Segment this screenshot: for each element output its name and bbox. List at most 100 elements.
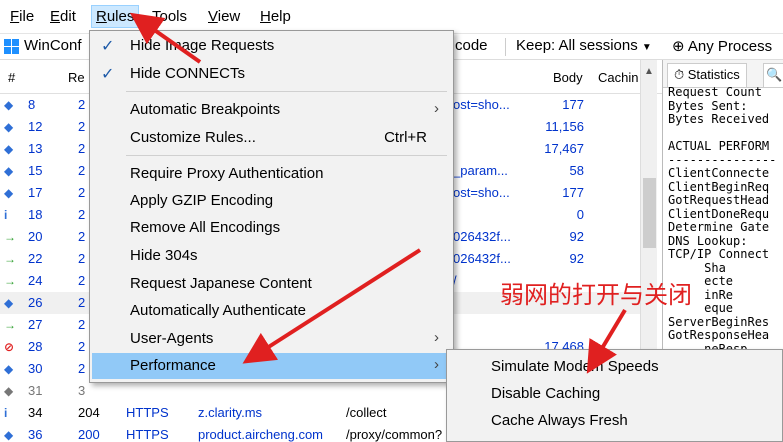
session-result: 200	[78, 427, 100, 442]
menu-item-remove-encodings[interactable]: Remove All Encodings	[92, 215, 451, 241]
session-number: 34	[28, 405, 43, 420]
menu-item-request-japanese[interactable]: Request Japanese Content	[92, 271, 451, 297]
menu-rules-accel: R	[96, 8, 107, 25]
session-number: 36	[28, 427, 43, 442]
column-header-number[interactable]: #	[8, 70, 15, 85]
chevron-right-icon: ›	[434, 100, 439, 117]
menu-item-label: Automatically Authenticate	[130, 302, 306, 319]
session-number: 24	[28, 273, 43, 288]
winconfig-button[interactable]: WinConf	[24, 37, 82, 54]
menu-item-performance[interactable]: Performance ›	[92, 353, 451, 379]
decode-button[interactable]: code	[455, 37, 488, 54]
menu-view-label: iew	[217, 8, 241, 25]
menu-view-accel: V	[208, 8, 218, 25]
session-result: 3	[78, 383, 86, 398]
menu-item-label: Disable Caching	[491, 385, 601, 402]
session-result: 2	[78, 361, 86, 376]
session-number: 8	[28, 97, 36, 112]
menu-file-accel: F	[10, 8, 20, 25]
menu-help-accel: H	[260, 8, 271, 25]
menu-item-customize-rules[interactable]: Customize Rules... Ctrl+R	[92, 125, 451, 151]
session-result: 2	[78, 339, 86, 354]
menu-edit[interactable]: Edit	[46, 6, 80, 27]
menu-item-apply-gzip[interactable]: Apply GZIP Encoding	[92, 188, 451, 214]
session-protocol: HTTPS	[126, 405, 169, 420]
menu-divider	[126, 91, 447, 92]
session-body-size: 58	[569, 163, 584, 178]
menu-item-label: Apply GZIP Encoding	[130, 192, 274, 209]
menu-divider	[126, 155, 447, 156]
chevron-right-icon: ›	[434, 329, 439, 346]
column-header-result[interactable]: Re	[68, 70, 85, 85]
any-process-button[interactable]: ⊕ Any Process	[672, 37, 772, 55]
checkmark-icon: ✓	[101, 38, 115, 55]
menu-item-simulate-modem-speeds[interactable]: Simulate Modem Speeds	[449, 354, 779, 381]
session-url: _param...	[453, 163, 508, 178]
scrollbar-thumb[interactable]	[643, 178, 656, 248]
session-protocol: HTTPS	[126, 427, 169, 442]
menu-item-label: Require Proxy Authentication	[130, 165, 324, 182]
session-number: 13	[28, 141, 43, 156]
keep-sessions-dropdown[interactable]: Keep: All sessions ▼	[516, 37, 652, 54]
session-result: 2	[78, 295, 86, 310]
statistics-line: ClientConnecte	[668, 166, 770, 180]
tab-inspectors[interactable]: 🔍	[763, 63, 783, 87]
checkmark-icon: ✓	[101, 66, 115, 83]
statistics-line: Bytes Received	[668, 112, 770, 126]
session-number: 22	[28, 251, 43, 266]
menu-view[interactable]: View	[204, 6, 244, 27]
session-type-icon: →	[4, 274, 16, 288]
menu-item-hide-image-requests[interactable]: ✓ Hide Image Requests	[92, 33, 451, 59]
menu-file-label: ile	[19, 8, 35, 25]
session-result: 2	[78, 251, 86, 266]
statistics-line: ---------------	[668, 152, 777, 167]
statistics-line: ACTUAL PERFORM	[668, 139, 770, 153]
menu-help[interactable]: Help	[256, 6, 295, 27]
session-number: 26	[28, 295, 43, 310]
session-result: 2	[78, 273, 86, 288]
crosshair-icon: ⊕	[672, 38, 685, 55]
statistics-line: ClientBeginReq	[668, 179, 770, 194]
session-body-size: 177	[562, 97, 584, 112]
session-type-icon: →	[4, 318, 16, 332]
session-body-size: 92	[569, 251, 584, 266]
statistics-line: Request Count	[668, 85, 762, 99]
menu-rules[interactable]: Rules	[91, 5, 140, 28]
session-type-icon: ⊘	[4, 340, 15, 354]
session-result: 2	[78, 163, 86, 178]
menu-item-hide-304s[interactable]: Hide 304s	[92, 243, 451, 269]
session-result: 2	[78, 97, 86, 112]
scroll-up-icon[interactable]: ▲	[644, 66, 654, 77]
statistics-line: DNS Lookup:	[668, 233, 748, 248]
windows-logo-icon	[4, 39, 20, 55]
statistics-line: GotResponseHea	[668, 328, 770, 342]
session-result: 204	[78, 405, 100, 420]
column-header-body[interactable]: Body	[553, 70, 583, 85]
session-url: 026432f...	[453, 251, 511, 266]
menu-tools[interactable]: Tools	[148, 6, 191, 27]
inspector-tabs: ⏱ Statistics 🔍	[663, 60, 783, 88]
session-type-icon: i	[4, 406, 8, 420]
menu-item-cache-always-fresh[interactable]: Cache Always Fresh	[449, 408, 779, 435]
session-type-icon: i	[4, 208, 8, 222]
session-host: product.aircheng.com	[198, 427, 324, 442]
menu-item-label: Cache Always Fresh	[491, 412, 628, 429]
menu-item-hide-connects[interactable]: ✓ Hide CONNECTs	[92, 61, 451, 87]
menu-item-automatic-breakpoints[interactable]: Automatic Breakpoints ›	[92, 97, 451, 123]
menu-item-auto-authenticate[interactable]: Automatically Authenticate	[92, 298, 451, 324]
statistics-line	[668, 127, 776, 141]
session-number: 12	[28, 119, 43, 134]
tab-statistics[interactable]: ⏱ Statistics	[667, 63, 747, 87]
menu-item-user-agents[interactable]: User-Agents ›	[92, 326, 451, 352]
session-type-icon: ◆	[4, 296, 14, 310]
menu-file[interactable]: File	[6, 6, 38, 27]
keep-sessions-label: Keep: All sessions	[516, 37, 638, 54]
rules-menu: ✓ Hide Image Requests ✓ Hide CONNECTs Au…	[89, 30, 454, 383]
session-type-icon: ◆	[4, 186, 14, 200]
session-url: /collect	[346, 405, 387, 420]
menu-item-label: Simulate Modem Speeds	[491, 358, 659, 375]
column-header-caching[interactable]: Cachin	[598, 70, 638, 85]
menu-item-disable-caching[interactable]: Disable Caching	[449, 381, 779, 408]
session-type-icon: ◆	[4, 164, 14, 178]
menu-item-require-proxy-auth[interactable]: Require Proxy Authentication	[92, 161, 451, 187]
